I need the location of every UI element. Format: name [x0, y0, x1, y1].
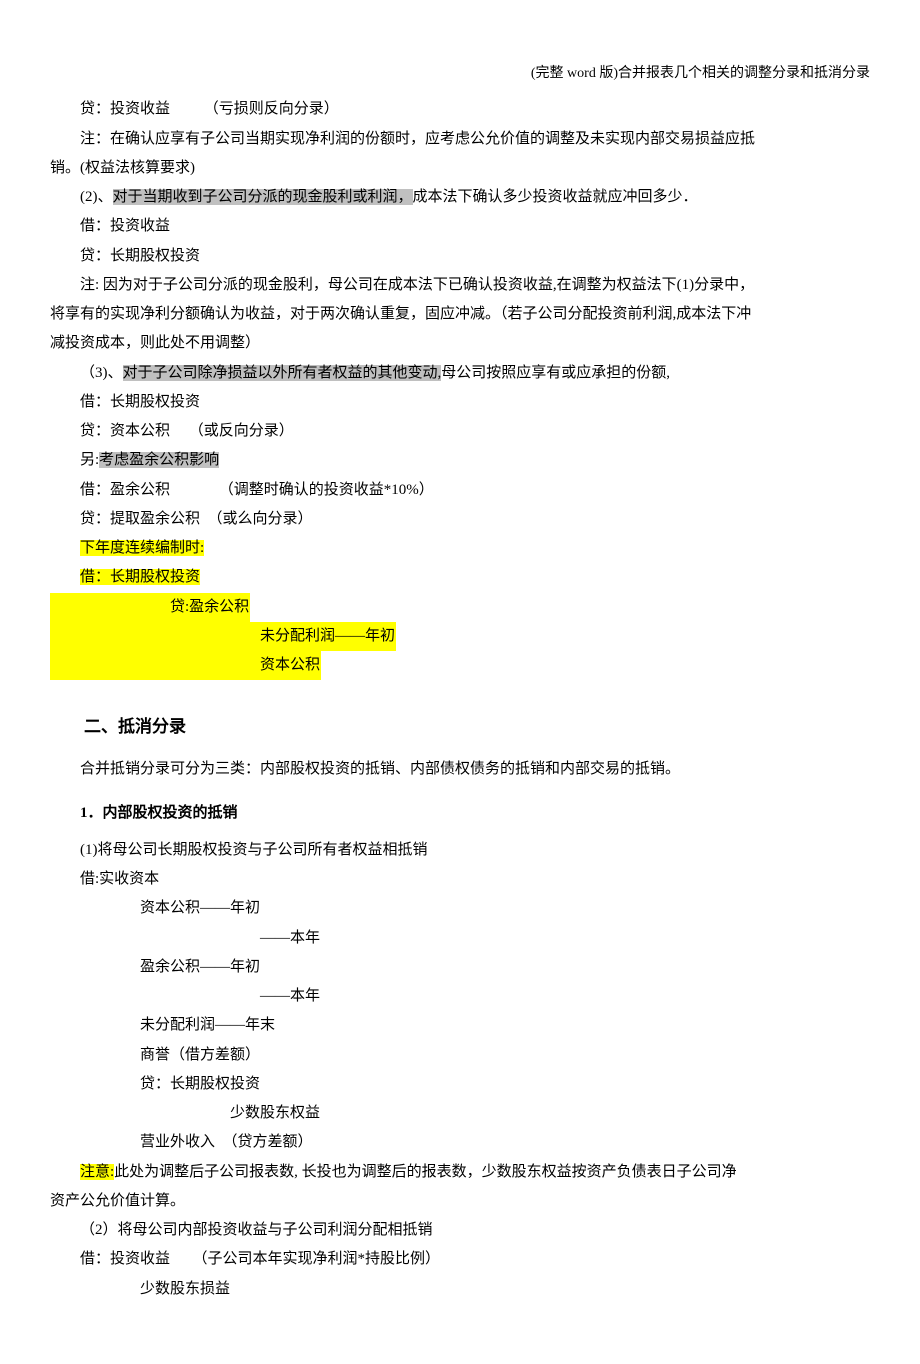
s1-line8: 商誉（借方差额）: [50, 1041, 870, 1070]
item3-tail: 母公司按照应享有或应承担的份额,: [441, 365, 670, 381]
s1-line10: 少数股东权益: [50, 1099, 870, 1128]
s2-line2: 借：投资收益 （子公司本年实现净利润*持股比例）: [50, 1245, 870, 1274]
s1-line5: 盈余公积——年初: [50, 953, 870, 982]
line-debit-investment-income: 借：投资收益: [50, 212, 870, 241]
line-credit-extract-surplus: 贷：提取盈余公积 （或么向分录）: [50, 505, 870, 534]
ny-credit2-highlight: 未分配利润——年初: [50, 622, 396, 651]
line-note2-c: 减投资成本，则此处不用调整）: [50, 329, 870, 358]
note-highlight: 注意:: [80, 1164, 114, 1180]
section-2-intro: 合并抵销分录可分为三类：内部股权投资的抵销、内部债权债务的抵销和内部交易的抵销。: [50, 755, 870, 784]
note-line: 注意:此处为调整后子公司报表数, 长投也为调整后的报表数，少数股东权益按资产负债…: [50, 1158, 870, 1187]
item2-num: (2)、: [80, 189, 113, 205]
line-also: 另:考虑盈余公积影响: [50, 446, 870, 475]
also-prefix: 另:: [80, 452, 99, 468]
line-debit-surplus: 借：盈余公积 （调整时确认的投资收益*10%）: [50, 476, 870, 505]
line-note-cont: 销。(权益法核算要求): [50, 154, 870, 183]
s1-line11: 营业外收入 （贷方差额）: [50, 1128, 870, 1157]
line-note-start: 注：在确认应享有子公司当期实现净利润的份额时，应考虑公允价值的调整及未实现内部交…: [50, 125, 870, 154]
s1-line2: 借:实收资本: [50, 865, 870, 894]
line-credit-investment-income: 贷：投资收益 （亏损则反向分录）: [50, 95, 870, 124]
line-item2: (2)、对于当期收到子公司分派的现金股利或利润，成本法下确认多少投资收益就应冲回…: [50, 183, 870, 212]
line-credit-longterm-equity: 贷：长期股权投资: [50, 242, 870, 271]
s1-line7: 未分配利润——年末: [50, 1011, 870, 1040]
line-ny-debit: 借：长期股权投资: [50, 563, 870, 592]
line-credit-capital-reserve: 贷：资本公积 （或反向分录）: [50, 417, 870, 446]
s2-line1: （2）将母公司内部投资收益与子公司利润分配相抵销: [50, 1216, 870, 1245]
line-next-year: 下年度连续编制时:: [50, 534, 870, 563]
subsection-1-title: 1．内部股权投资的抵销: [50, 799, 870, 828]
line-ny-credit2: 未分配利润——年初: [50, 622, 870, 651]
s1-line6: ——本年: [50, 982, 870, 1011]
line-note2-b: 将享有的实现净利分额确认为收益，对于两次确认重复，固应冲减。（若子公司分配投资前…: [50, 300, 870, 329]
note-cont: 资产公允价值计算。: [50, 1187, 870, 1216]
also-highlight: 考虑盈余公积影响: [99, 452, 219, 468]
line-ny-credit1: 贷:盈余公积: [50, 593, 870, 622]
s1-line4: ——本年: [50, 924, 870, 953]
s1-line1: (1)将母公司长期股权投资与子公司所有者权益相抵销: [50, 836, 870, 865]
line-debit-longterm: 借：长期股权投资: [50, 388, 870, 417]
s1-line3: 资本公积——年初: [50, 894, 870, 923]
section-2-title: 二、抵消分录: [50, 710, 870, 743]
ny-credit3-highlight: 资本公积: [50, 651, 321, 680]
item2-tail: 成本法下确认多少投资收益就应冲回多少．: [413, 189, 698, 205]
item3-num: （3)、: [80, 365, 123, 381]
ny-debit-highlight: 借：长期股权投资: [80, 569, 200, 585]
line-note2-a: 注: 因为对于子公司分派的现金股利，母公司在成本法下已确认投资收益,在调整为权益…: [50, 271, 870, 300]
note-text: 此处为调整后子公司报表数, 长投也为调整后的报表数，少数股东权益按资产负债表日子…: [114, 1164, 737, 1180]
s2-line3: 少数股东损益: [50, 1275, 870, 1304]
item2-highlight: 对于当期收到子公司分派的现金股利或利润，: [113, 189, 413, 205]
line-ny-credit3: 资本公积: [50, 651, 870, 680]
next-year-highlight: 下年度连续编制时:: [80, 540, 204, 556]
page-header: (完整 word 版)合并报表几个相关的调整分录和抵消分录: [50, 60, 870, 87]
line-item3: （3)、对于子公司除净损益以外所有者权益的其他变动,母公司按照应享有或应承担的份…: [50, 359, 870, 388]
item3-highlight: 对于子公司除净损益以外所有者权益的其他变动,: [123, 365, 442, 381]
ny-credit1-highlight: 贷:盈余公积: [50, 593, 250, 622]
s1-line9: 贷：长期股权投资: [50, 1070, 870, 1099]
